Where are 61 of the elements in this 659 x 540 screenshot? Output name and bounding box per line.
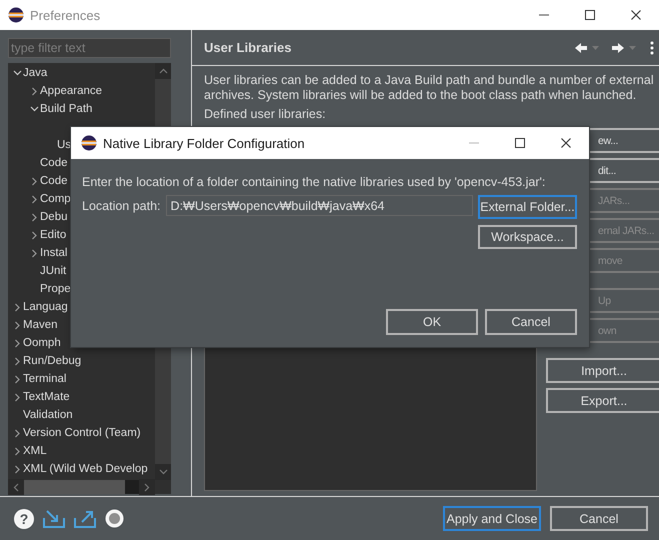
tree-item[interactable]: Version Control (Team) bbox=[12, 424, 141, 442]
button[interactable]: External Folder... bbox=[478, 195, 577, 219]
menu-icon[interactable] bbox=[650, 40, 654, 54]
maximize-icon[interactable] bbox=[585, 10, 595, 20]
scrollbar-thumb[interactable] bbox=[24, 480, 125, 494]
tree-item[interactable]: Java bbox=[12, 64, 48, 82]
forward-arrow-icon[interactable] bbox=[611, 42, 625, 54]
tree-item[interactable]: Prope bbox=[29, 280, 71, 298]
close-icon[interactable] bbox=[631, 10, 641, 20]
help-icon[interactable]: ? bbox=[14, 508, 34, 528]
button[interactable]: Cancel bbox=[550, 506, 648, 531]
dialog-message: Enter the location of a folder containing the native libraries used by 'opencv-453.jar': bbox=[82, 175, 546, 190]
expanded-caret-icon[interactable] bbox=[13, 69, 22, 77]
window-title: Preferences bbox=[30, 8, 102, 22]
maximize-icon[interactable] bbox=[515, 138, 525, 148]
record-icon[interactable] bbox=[105, 509, 124, 528]
tree-item[interactable]: XML bbox=[12, 442, 47, 460]
scroll-down-icon[interactable] bbox=[158, 469, 168, 475]
tree-item[interactable]: Instal bbox=[29, 244, 68, 262]
button[interactable]: OK bbox=[386, 309, 478, 335]
tree-item[interactable]: Validation bbox=[12, 406, 73, 424]
filter-field[interactable]: type filter text bbox=[8, 38, 171, 58]
scroll-right-icon[interactable] bbox=[144, 482, 150, 492]
tree-item[interactable]: Run/Debug bbox=[12, 352, 82, 370]
page-description: User libraries can be added to a Java Build path and bundle a number of external archives. System libraries will be added to the boot class path when launched. bbox=[204, 73, 655, 103]
eclipse-logo-icon bbox=[81, 135, 97, 151]
close-icon[interactable] bbox=[561, 138, 571, 148]
tree-item[interactable]: XML (Wild Web Develop bbox=[12, 460, 148, 478]
location-path-field[interactable]: D:₩Users₩opencv₩build₩java₩x64 bbox=[166, 195, 473, 216]
scroll-left-icon[interactable] bbox=[13, 482, 19, 492]
field-label: Location path: bbox=[82, 199, 161, 214]
tree-item[interactable]: JUnit bbox=[29, 262, 66, 280]
button[interactable]: Workspace... bbox=[478, 225, 577, 249]
collapsed-caret-icon[interactable] bbox=[30, 86, 39, 96]
tree-item[interactable]: Oomph bbox=[12, 334, 61, 352]
import-icon[interactable] bbox=[43, 510, 65, 528]
eclipse-logo-icon bbox=[8, 7, 24, 23]
tree-item[interactable]: Terminal bbox=[12, 370, 66, 388]
button[interactable]: Export... bbox=[546, 388, 659, 413]
tree-item[interactable]: Code bbox=[29, 172, 68, 190]
tree-item[interactable]: Maven bbox=[12, 316, 58, 334]
tree-item[interactable]: Edito bbox=[29, 226, 66, 244]
tree-item[interactable]: Languag bbox=[12, 298, 68, 316]
page-title: User Libraries bbox=[204, 40, 292, 55]
tree-item[interactable]: Debu bbox=[29, 208, 68, 226]
tree-item[interactable]: Code bbox=[29, 154, 68, 172]
list-label: Defined user libraries: bbox=[204, 107, 327, 122]
button[interactable]: Cancel bbox=[485, 309, 577, 335]
tree-item[interactable]: Comp bbox=[29, 190, 71, 208]
tree-item[interactable]: Us bbox=[46, 136, 72, 154]
tree-item[interactable]: TextMate bbox=[12, 388, 70, 406]
tree-item[interactable]: Build Path bbox=[29, 100, 92, 118]
horizontal-scrollbar[interactable] bbox=[8, 480, 155, 494]
button[interactable]: Apply and Close bbox=[443, 506, 541, 531]
export-icon[interactable] bbox=[74, 510, 96, 528]
dialog-title: Native Library Folder Configuration bbox=[103, 136, 306, 150]
back-arrow-icon[interactable] bbox=[574, 42, 588, 54]
scroll-up-icon[interactable] bbox=[158, 68, 168, 74]
button[interactable]: Import... bbox=[546, 358, 659, 383]
expanded-caret-icon[interactable] bbox=[30, 105, 39, 113]
tree-item[interactable]: Appearance bbox=[29, 82, 102, 100]
